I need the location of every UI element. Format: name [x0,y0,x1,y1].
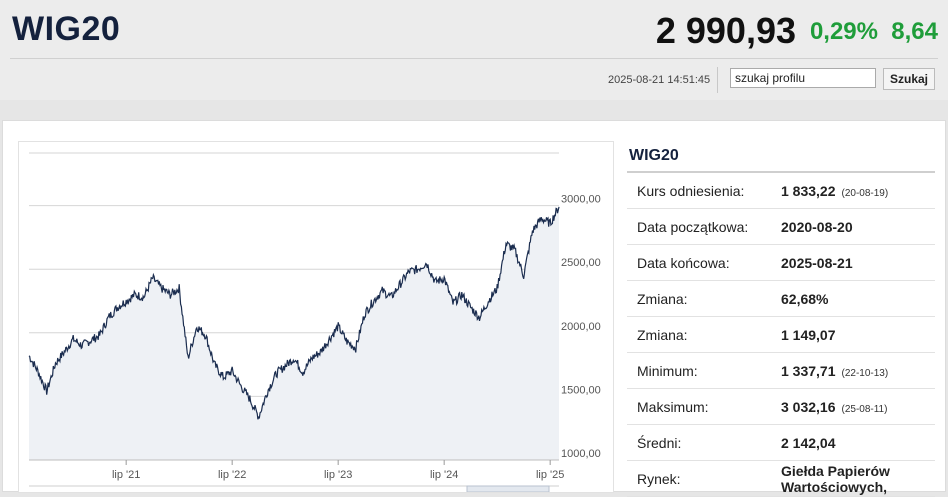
price-chart[interactable]: 1000,00 1500,00 2000,00 2500,00 3000,00 lip '… [18,141,614,493]
stats-date: (20-08-19) [841,187,889,199]
stats-label: Data początkowa: [627,208,780,245]
content-panel: 1000,00 1500,00 2000,00 2500,00 3000,00 lip '… [2,120,946,497]
stats-value-text: 2 142,04 [781,434,836,451]
stats-label: Minimum: [627,352,780,389]
stats-row-market: Rynek: Giełda Papierów Wartościowych, [627,460,935,497]
stats-value: 1 337,71 (22-10-13) [780,352,935,389]
stats-value: 2025-08-21 [780,244,935,281]
stats-value: 62,68% [780,280,935,317]
stats-row: Zmiana: 1 149,07 [627,316,935,353]
stats-row: Zmiana: 62,68% [627,280,935,317]
y-tick-label: 3000,00 [561,194,601,206]
navigator-handle [466,485,550,492]
stats-value-text: 62,68% [781,290,829,307]
stats-label: Maksimum: [627,388,780,425]
stats-label: Data końcowa: [627,244,780,281]
stats-label: Zmiana: [627,280,780,317]
index-ticker: WIG20 [12,10,121,48]
stats-value: Giełda Papierów Wartościowych, [780,460,935,497]
stats-table: Kurs odniesienia: 1 833,22 (20-08-19) Data … [627,173,935,497]
stats-value-text: 2020-08-20 [781,218,853,235]
stats-value: 3 032,16 (25-08-11) [780,388,935,425]
info-title: WIG20 [627,143,935,173]
stats-value: 1 833,22 (20-08-19) [780,173,935,209]
stats-row: Kurs odniesienia: 1 833,22 (20-08-19) [627,173,935,209]
stats-date: (22-10-13) [841,367,889,379]
stats-row: Średni: 2 142,04 [627,424,935,461]
quote-timestamp: 2025-08-21 14:51:45 [608,74,711,86]
x-tick-label: lip '22 [218,469,246,481]
stats-label: Rynek: [627,460,780,497]
series-area [29,206,559,460]
stats-date: (25-08-11) [841,403,888,415]
y-tick-label: 2000,00 [561,321,601,333]
x-tick-label: lip '24 [430,469,458,481]
x-tick-label: lip '25 [536,469,564,481]
stats-label: Zmiana: [627,316,780,353]
index-price: 2 990,93 [655,10,796,51]
change-absolute: 8,64 [891,18,938,45]
stats-value-text: 2025-08-21 [781,254,853,271]
stats-value-text: 1 833,22 [781,182,836,199]
header-divider [10,58,938,59]
y-tick-label: 2500,00 [561,257,601,269]
y-tick-label: 1000,00 [561,448,601,460]
stats-row: Maksimum: 3 032,16 (25-08-11) [627,388,935,425]
chart-canvas: 1000,00 1500,00 2000,00 2500,00 3000,00 lip '… [28,152,601,492]
stats-value-text: 1 337,71 [781,362,836,379]
stats-value-text: 1 149,07 [781,326,836,343]
stats-row: Data początkowa: 2020-08-20 [627,208,935,245]
stats-value: 2020-08-20 [780,208,935,245]
x-tick-label: lip '21 [112,469,140,481]
stats-label: Kurs odniesienia: [627,173,780,209]
stats-value: 2 142,04 [780,424,935,461]
y-tick-label: 1500,00 [561,384,601,396]
stats-label: Średni: [627,424,780,461]
search-button[interactable]: Szukaj [883,68,935,90]
change-percent: 0,29% [809,18,878,45]
index-info-panel: WIG20 Kurs odniesienia: 1 833,22 (20-08-19… [627,143,935,497]
x-tick-label: lip '23 [324,469,352,481]
quote-header: WIG20 2 990,93 0,29% 8,64 2025-08-21 14:… [0,0,948,100]
stats-row: Minimum: 1 337,71 (22-10-13) [627,352,935,389]
stats-value-text: 3 032,16 [781,398,836,415]
profile-search-input[interactable] [730,68,876,88]
stats-row: Data końcowa: 2025-08-21 [627,244,935,281]
stats-value: 1 149,07 [780,316,935,353]
toolbar-separator [717,67,718,93]
